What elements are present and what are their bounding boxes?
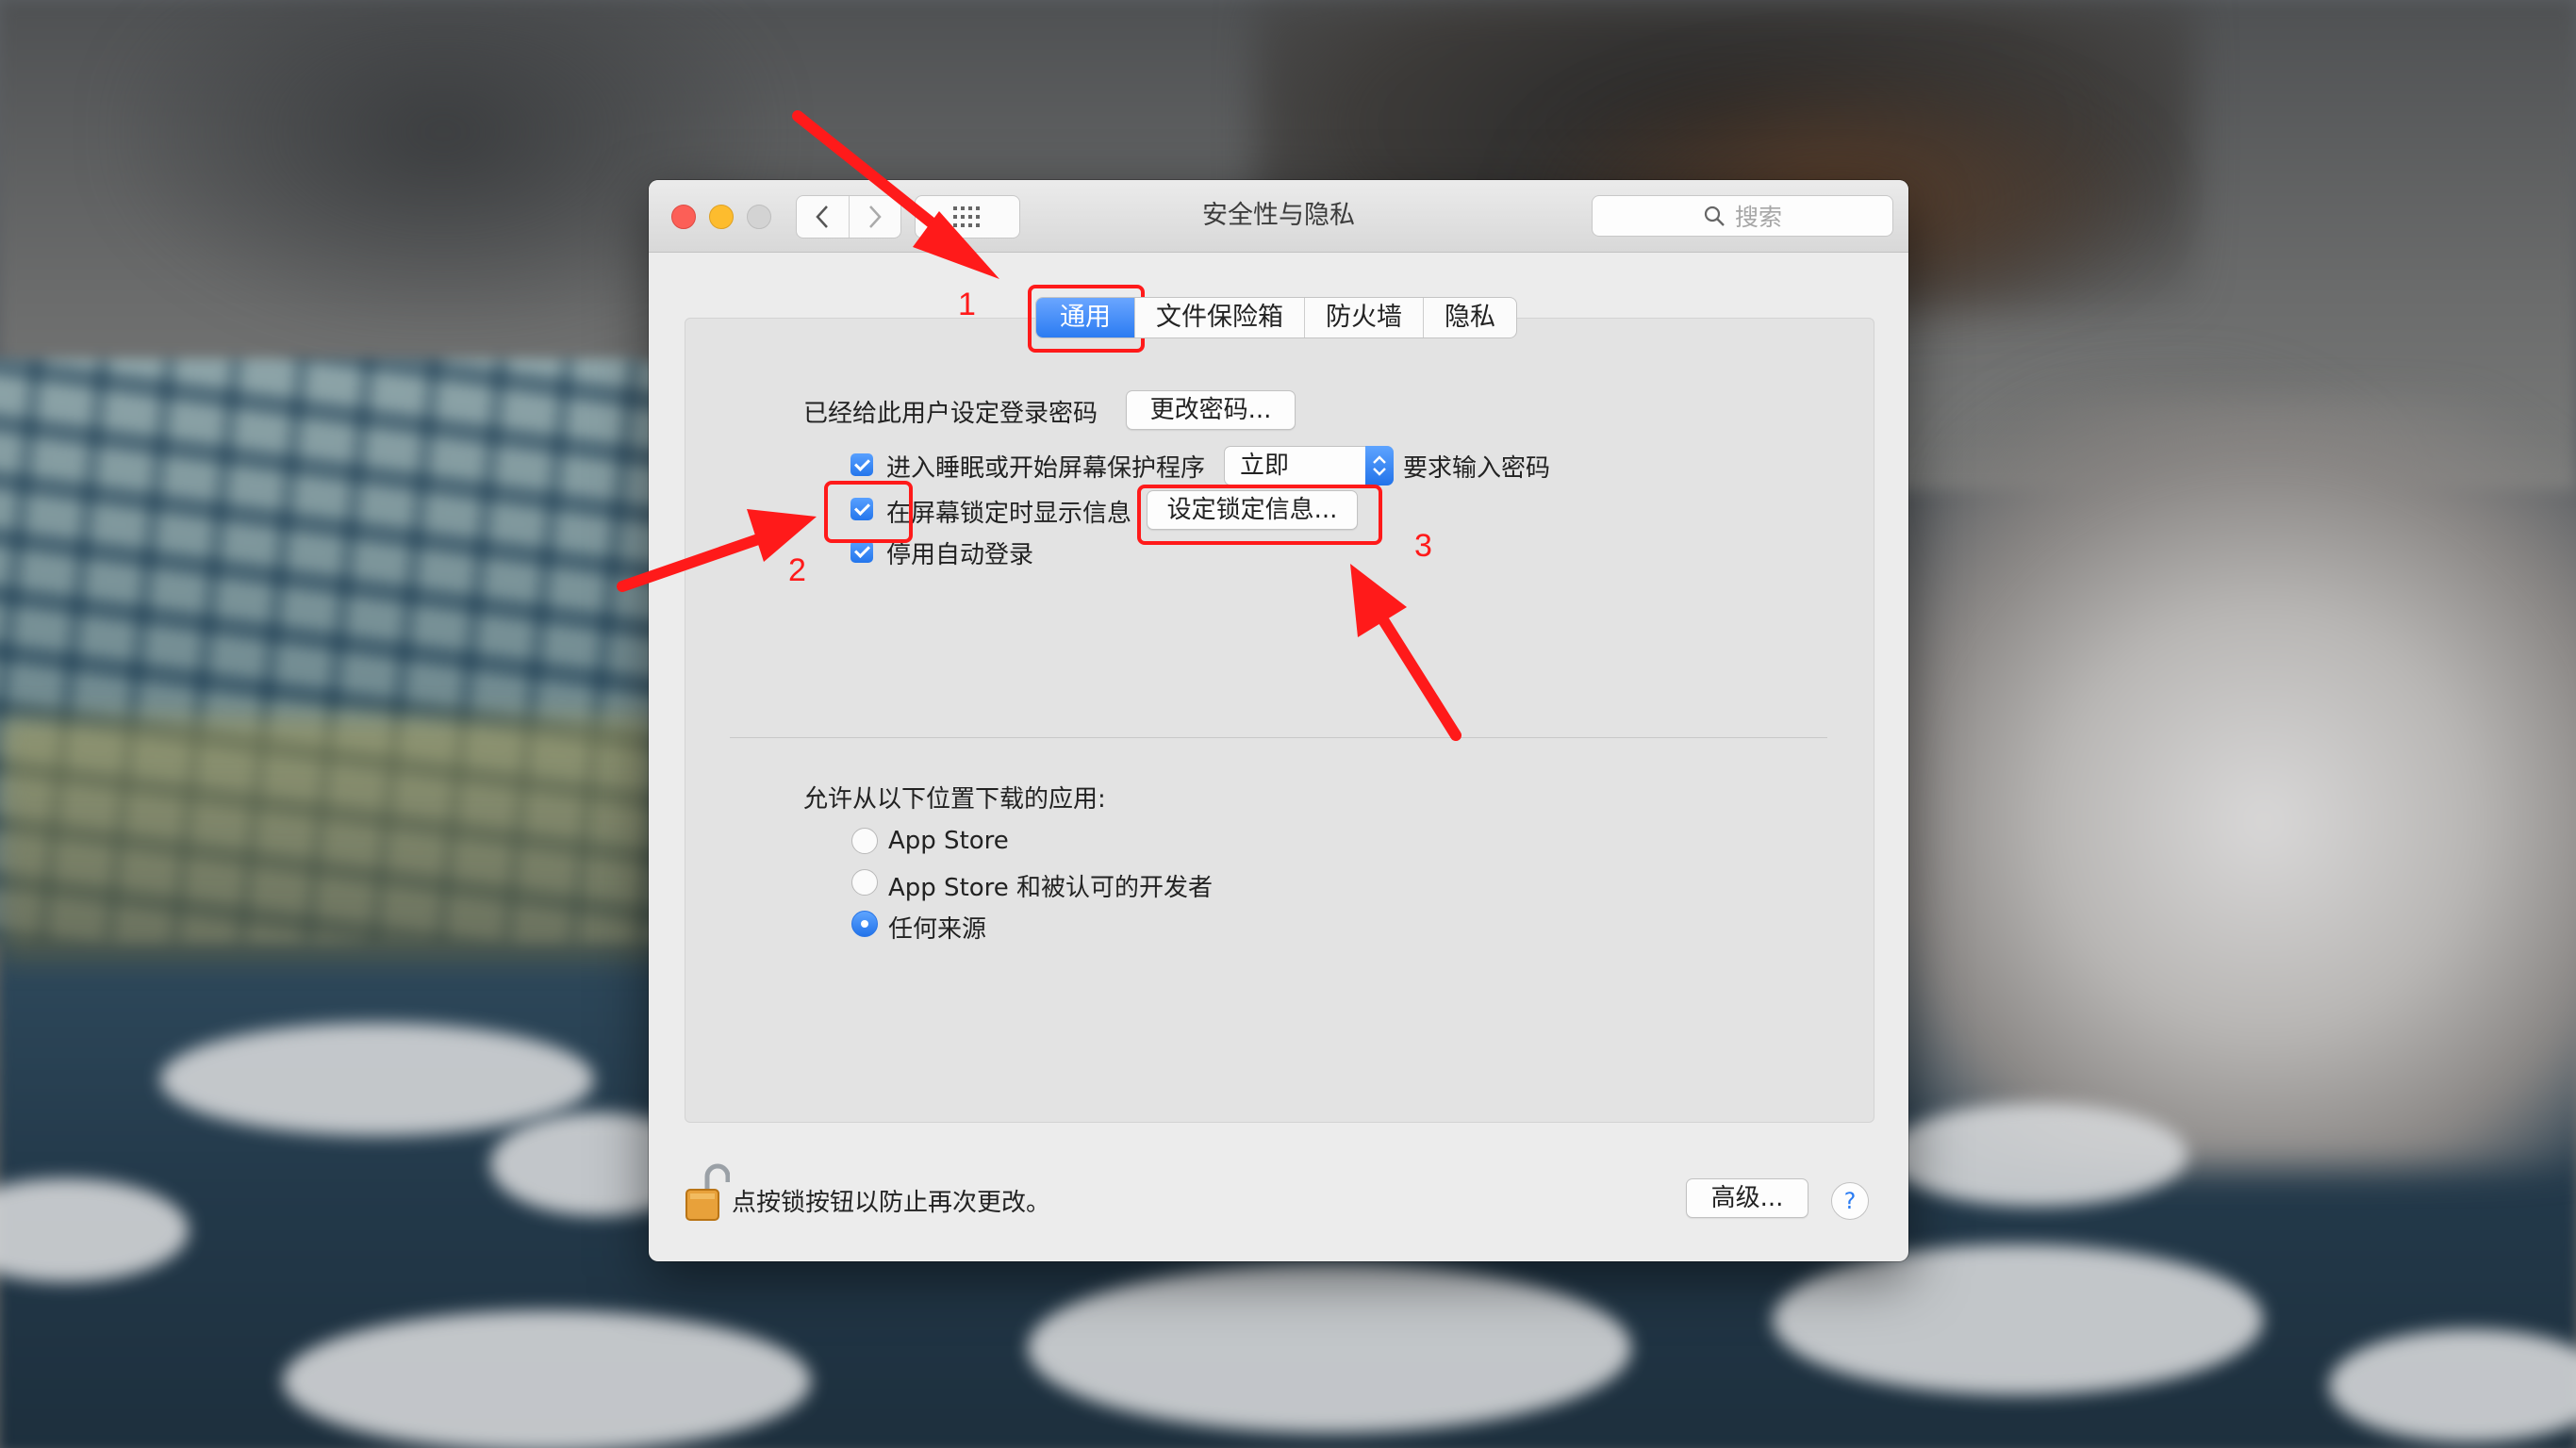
annotation-arrows <box>617 110 1461 741</box>
tab-general[interactable]: 通用 <box>1036 298 1135 337</box>
arrow-2 <box>617 532 769 592</box>
tab-firewall[interactable]: 防火墙 <box>1305 298 1424 337</box>
arrowhead-3 <box>1350 564 1407 637</box>
tab-filevault[interactable]: 文件保险箱 <box>1135 298 1305 337</box>
arrow-3 <box>1377 613 1461 741</box>
tab-privacy[interactable]: 隐私 <box>1424 298 1516 337</box>
arrowhead-2 <box>747 509 817 562</box>
tab-bar: 通用 文件保险箱 防火墙 隐私 <box>1035 297 1517 338</box>
arrow-1 <box>792 110 958 245</box>
